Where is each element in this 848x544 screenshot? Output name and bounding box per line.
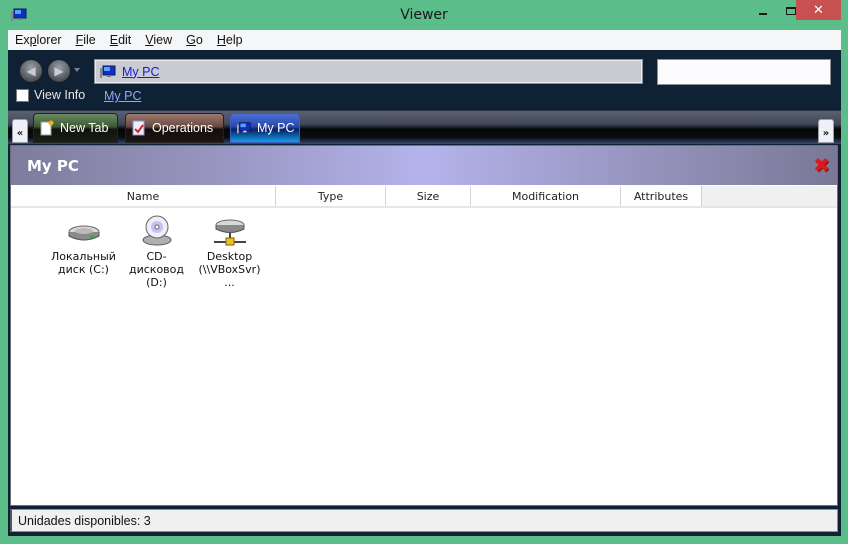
menu-file[interactable]: File	[76, 33, 96, 47]
hard-drive-icon	[68, 225, 99, 241]
checklist-icon	[132, 120, 145, 136]
menu-bar: Explorer File Edit View Go Help	[8, 30, 841, 50]
column-size[interactable]: Size	[386, 186, 471, 206]
list-item[interactable]: CD-дисковод (D:)	[120, 214, 193, 289]
menu-go[interactable]: Go	[186, 33, 203, 47]
column-modification[interactable]: Modification	[471, 186, 621, 206]
panel-title: My PC	[27, 157, 79, 175]
item-label-line2: (D:)	[146, 276, 167, 289]
cd-drive-icon	[142, 215, 171, 246]
column-filler	[702, 186, 837, 206]
window-client: Explorer File Edit View Go Help ◀ ▶ My P…	[8, 30, 841, 536]
item-label-line1: Локальный	[51, 250, 116, 263]
window-title: Viewer	[400, 7, 448, 23]
menu-explorer[interactable]: Explorer	[15, 33, 62, 47]
new-document-icon	[40, 120, 54, 136]
tab-label: Operations	[152, 121, 214, 135]
arrow-left-icon: ◀	[26, 64, 36, 78]
column-attributes[interactable]: Attributes	[621, 186, 702, 206]
column-header: Name Type Size Modification Attributes	[11, 186, 837, 208]
menu-view[interactable]: View	[145, 33, 172, 47]
search-input[interactable]	[657, 59, 831, 85]
address-link[interactable]: My PC	[122, 65, 160, 79]
close-button[interactable]: ✕	[796, 0, 841, 20]
view-info-checkbox[interactable]	[16, 88, 29, 102]
item-label-line2: (\\VBoxSvr) ...	[198, 263, 261, 289]
list-item[interactable]: Локальный диск (C:)	[47, 214, 120, 289]
tab-label: New Tab	[60, 121, 109, 135]
history-dropdown-icon[interactable]	[74, 68, 80, 72]
forward-button[interactable]: ▶	[47, 59, 71, 83]
tab-bar: « New Tab Operations My PC »	[8, 110, 841, 144]
menu-edit[interactable]: Edit	[110, 33, 132, 47]
network-drive-icon	[213, 219, 246, 246]
content-panel: My PC ✖ Name Type Size Modification Attr…	[10, 145, 838, 506]
tab-my-pc[interactable]: My PC	[230, 113, 300, 143]
maximize-icon	[786, 6, 796, 15]
status-bar: Unidades disponibles: 3	[10, 509, 838, 532]
column-type[interactable]: Type	[276, 186, 386, 206]
panel-header: My PC ✖	[11, 146, 837, 185]
close-icon: ✕	[813, 2, 824, 18]
minimize-icon	[759, 12, 767, 15]
address-bar[interactable]: My PC	[94, 59, 643, 84]
computer-icon	[237, 122, 251, 134]
view-info-toggle[interactable]: View Info	[16, 88, 85, 102]
minimize-button[interactable]	[748, 0, 778, 21]
tab-scroll-left-button[interactable]: «	[12, 119, 28, 143]
item-label-line2: диск (C:)	[58, 263, 109, 276]
list-item[interactable]: Desktop (\\VBoxSvr) ...	[193, 214, 266, 289]
red-x-icon[interactable]: ✖	[813, 153, 830, 177]
status-text: Unidades disponibles: 3	[18, 513, 151, 528]
breadcrumb-link[interactable]: My PC	[104, 89, 142, 103]
view-info-label: View Info	[34, 88, 86, 102]
navigation-bar: ◀ ▶ My PC View Info My PC	[8, 50, 841, 110]
tab-operations[interactable]: Operations	[125, 113, 224, 143]
item-label-line1: CD-дисковод	[129, 250, 184, 276]
column-name[interactable]: Name	[11, 186, 276, 206]
title-bar: Viewer ✕	[0, 0, 848, 30]
tab-scroll-right-button[interactable]: »	[818, 119, 834, 143]
back-button[interactable]: ◀	[19, 59, 43, 83]
menu-help[interactable]: Help	[217, 33, 243, 47]
tab-new-tab[interactable]: New Tab	[33, 113, 118, 143]
item-label-line1: Desktop	[206, 250, 253, 263]
drive-list: Локальный диск (C:) CD-дисковод (D:) Des…	[47, 214, 266, 289]
computer-icon	[100, 65, 116, 78]
tab-label: My PC	[257, 121, 295, 135]
arrow-right-icon: ▶	[54, 64, 64, 78]
